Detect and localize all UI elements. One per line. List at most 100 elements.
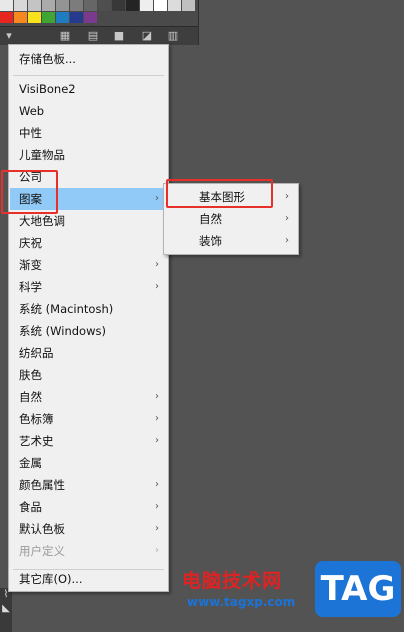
menu-item-label: 其它库(O)... (19, 572, 83, 586)
menu-item-label: 颜色属性 (19, 478, 65, 492)
chevron-right-icon: › (155, 501, 159, 512)
menu-item-label: 色标簿 (19, 412, 54, 426)
menu-item-label: Web (19, 104, 45, 118)
chevron-right-icon: › (155, 523, 159, 534)
menu-item-label: 存储色板... (19, 52, 76, 66)
menu-item[interactable]: 庆祝 (10, 232, 167, 254)
gray-swatch[interactable] (112, 0, 125, 11)
swatch-options-icon[interactable]: ▤ (86, 29, 100, 43)
folder-icon[interactable]: ■ (112, 29, 126, 43)
trash-icon[interactable]: ▥ (166, 29, 180, 43)
menu-item[interactable]: 中性 (10, 122, 167, 144)
submenu-item-label: 装饰 (199, 234, 222, 248)
color-swatch[interactable] (70, 12, 83, 23)
gray-swatch[interactable] (98, 0, 111, 11)
gray-swatch[interactable] (70, 0, 83, 11)
menu-item-label: 纺织品 (19, 346, 54, 360)
gray-swatch[interactable] (28, 0, 41, 11)
menu-item-label: 渐变 (19, 258, 42, 272)
color-swatch[interactable] (28, 12, 41, 23)
chevron-right-icon: › (155, 435, 159, 446)
new-swatch-icon[interactable]: ◪ (140, 29, 154, 43)
chevron-right-icon: › (155, 479, 159, 490)
menu-item-label: 肤色 (19, 368, 42, 382)
gray-swatch[interactable] (154, 0, 167, 11)
swatch-library-menu: 存储色板... VisiBone2 Web 中性 儿童物品 公司 图案 › 大地色调 庆祝 渐变 ›… (8, 44, 169, 592)
swatches-panel-toolbar: ▾ ▦ ▤ ■ ◪ ▥ (0, 26, 198, 45)
color-swatch[interactable] (56, 12, 69, 23)
menu-item[interactable]: 艺术史 › (10, 430, 167, 452)
menu-item-other-library[interactable]: 其它库(O)... (10, 568, 167, 590)
chevron-right-icon: › (285, 191, 289, 202)
menu-item[interactable]: 儿童物品 (10, 144, 167, 166)
watermark-url: www.tagxp.com (187, 595, 296, 609)
gray-swatch[interactable] (56, 0, 69, 11)
chevron-right-icon: › (155, 545, 159, 556)
chevron-right-icon: › (285, 235, 289, 246)
menu-item[interactable]: VisiBone2 (10, 78, 167, 100)
menu-item[interactable]: Web (10, 100, 167, 122)
menu-item[interactable]: 渐变 › (10, 254, 167, 276)
menu-item-label: 大地色调 (19, 214, 65, 228)
menu-item-label: 系统 (Windows) (19, 324, 106, 338)
menu-item-label: 科学 (19, 280, 42, 294)
menu-item[interactable]: 纺织品 (10, 342, 167, 364)
chevron-right-icon: › (155, 259, 159, 270)
menu-item-label: 儿童物品 (19, 148, 65, 162)
menu-item[interactable]: 科学 › (10, 276, 167, 298)
menu-item[interactable]: 系统 (Macintosh) (10, 298, 167, 320)
menu-item[interactable]: 默认色板 › (10, 518, 167, 540)
watermark-badge: TAG (315, 561, 401, 617)
gray-swatch[interactable] (126, 0, 139, 11)
menu-item[interactable]: 食品 › (10, 496, 167, 518)
gray-swatch[interactable] (168, 0, 181, 11)
gray-swatch[interactable] (42, 0, 55, 11)
swatch-row-grays (0, 0, 196, 11)
color-swatch[interactable] (0, 12, 13, 23)
menu-item-label: 中性 (19, 126, 42, 140)
screenshot-root: ▾ ▦ ▤ ■ ◪ ▥ ⌇ ◣ 存储色板... VisiBone2 Web 中性儿童… (0, 0, 404, 632)
swatch-row-colors (0, 12, 98, 23)
gray-swatch[interactable] (84, 0, 97, 11)
gray-swatch[interactable] (182, 0, 195, 11)
submenu-item[interactable]: 装饰 › (165, 230, 297, 252)
menu-item[interactable]: 金属 (10, 452, 167, 474)
chevron-right-icon: › (155, 281, 159, 292)
menu-item-label: 自然 (19, 390, 42, 404)
menu-item-label: 用户定义 (19, 544, 65, 558)
menu-separator (13, 75, 164, 76)
color-swatch[interactable] (14, 12, 27, 23)
menu-item-label: 庆祝 (19, 236, 42, 250)
tool-strip: ⌇ ◣ (0, 588, 12, 632)
menu-item-label: 艺术史 (19, 434, 54, 448)
menu-item-label: 食品 (19, 500, 42, 514)
menu-item[interactable]: 颜色属性 › (10, 474, 167, 496)
submenu-item[interactable]: 自然 › (165, 208, 297, 230)
menu-item[interactable]: 用户定义 › (10, 540, 167, 562)
chevron-right-icon: › (285, 213, 289, 224)
menu-item[interactable]: 色标簿 › (10, 408, 167, 430)
watermark-site-name: 电脑技术网 (182, 570, 283, 592)
menu-item-label: 默认色板 (19, 522, 65, 536)
menu-item[interactable]: 系统 (Windows) (10, 320, 167, 342)
color-swatch[interactable] (42, 12, 55, 23)
annotation-box-pattern (1, 170, 58, 214)
menu-item-save-swatches[interactable]: 存储色板... (10, 48, 167, 70)
grid-view-icon[interactable]: ▦ (58, 29, 72, 43)
menu-item[interactable]: 自然 › (10, 386, 167, 408)
menu-item-label: VisiBone2 (19, 82, 76, 96)
tool-icon[interactable]: ◣ (0, 602, 12, 616)
annotation-box-basic-shapes (166, 179, 273, 208)
menu-item-label: 金属 (19, 456, 42, 470)
color-swatch[interactable] (84, 12, 97, 23)
library-menu-icon[interactable]: ▾ (2, 29, 16, 43)
chevron-right-icon: › (155, 413, 159, 424)
gray-swatch[interactable] (0, 0, 13, 11)
gray-swatch[interactable] (140, 0, 153, 11)
chevron-right-icon: › (155, 391, 159, 402)
submenu-item-label: 自然 (199, 212, 222, 226)
menu-item-label: 系统 (Macintosh) (19, 302, 114, 316)
gray-swatch[interactable] (14, 0, 27, 11)
chevron-right-icon: › (155, 193, 159, 204)
menu-item[interactable]: 肤色 (10, 364, 167, 386)
